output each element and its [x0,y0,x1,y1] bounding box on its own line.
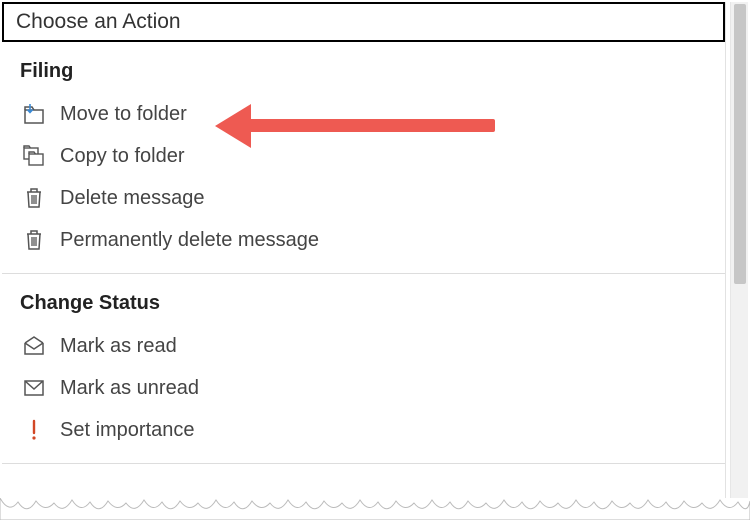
trash-icon [22,186,46,210]
item-permanently-delete-message[interactable]: Permanently delete message [20,219,725,261]
action-panel: Choose an Action Filing Move to folder [2,2,726,514]
item-label: Set importance [60,419,195,442]
item-label: Permanently delete message [60,229,319,252]
scrollbar-track[interactable] [730,2,748,512]
item-move-to-folder[interactable]: Move to folder [20,93,725,135]
envelope-closed-icon [22,376,46,400]
torn-edge-decoration [0,498,750,520]
item-mark-as-unread[interactable]: Mark as unread [20,367,725,409]
section-title-change-status: Change Status [20,274,725,325]
section-divider [2,463,725,464]
folder-copy-icon [22,144,46,168]
section-filing: Filing Move to folder [2,42,725,261]
item-set-importance[interactable]: Set importance [20,409,725,451]
item-label: Move to folder [60,103,187,126]
trash-icon [22,228,46,252]
item-delete-message[interactable]: Delete message [20,177,725,219]
panel-title: Choose an Action [16,10,181,33]
envelope-open-icon [22,334,46,358]
item-label: Mark as unread [60,377,199,400]
scrollbar-thumb[interactable] [734,4,746,284]
section-change-status: Change Status Mark as read Mark as unrea… [2,274,725,451]
item-label: Copy to folder [60,145,185,168]
item-copy-to-folder[interactable]: Copy to folder [20,135,725,177]
importance-icon [22,418,46,442]
item-label: Mark as read [60,335,177,358]
item-label: Delete message [60,187,205,210]
folder-move-in-icon [22,102,46,126]
item-mark-as-read[interactable]: Mark as read [20,325,725,367]
section-title-filing: Filing [20,42,725,93]
panel-header: Choose an Action [2,2,725,42]
